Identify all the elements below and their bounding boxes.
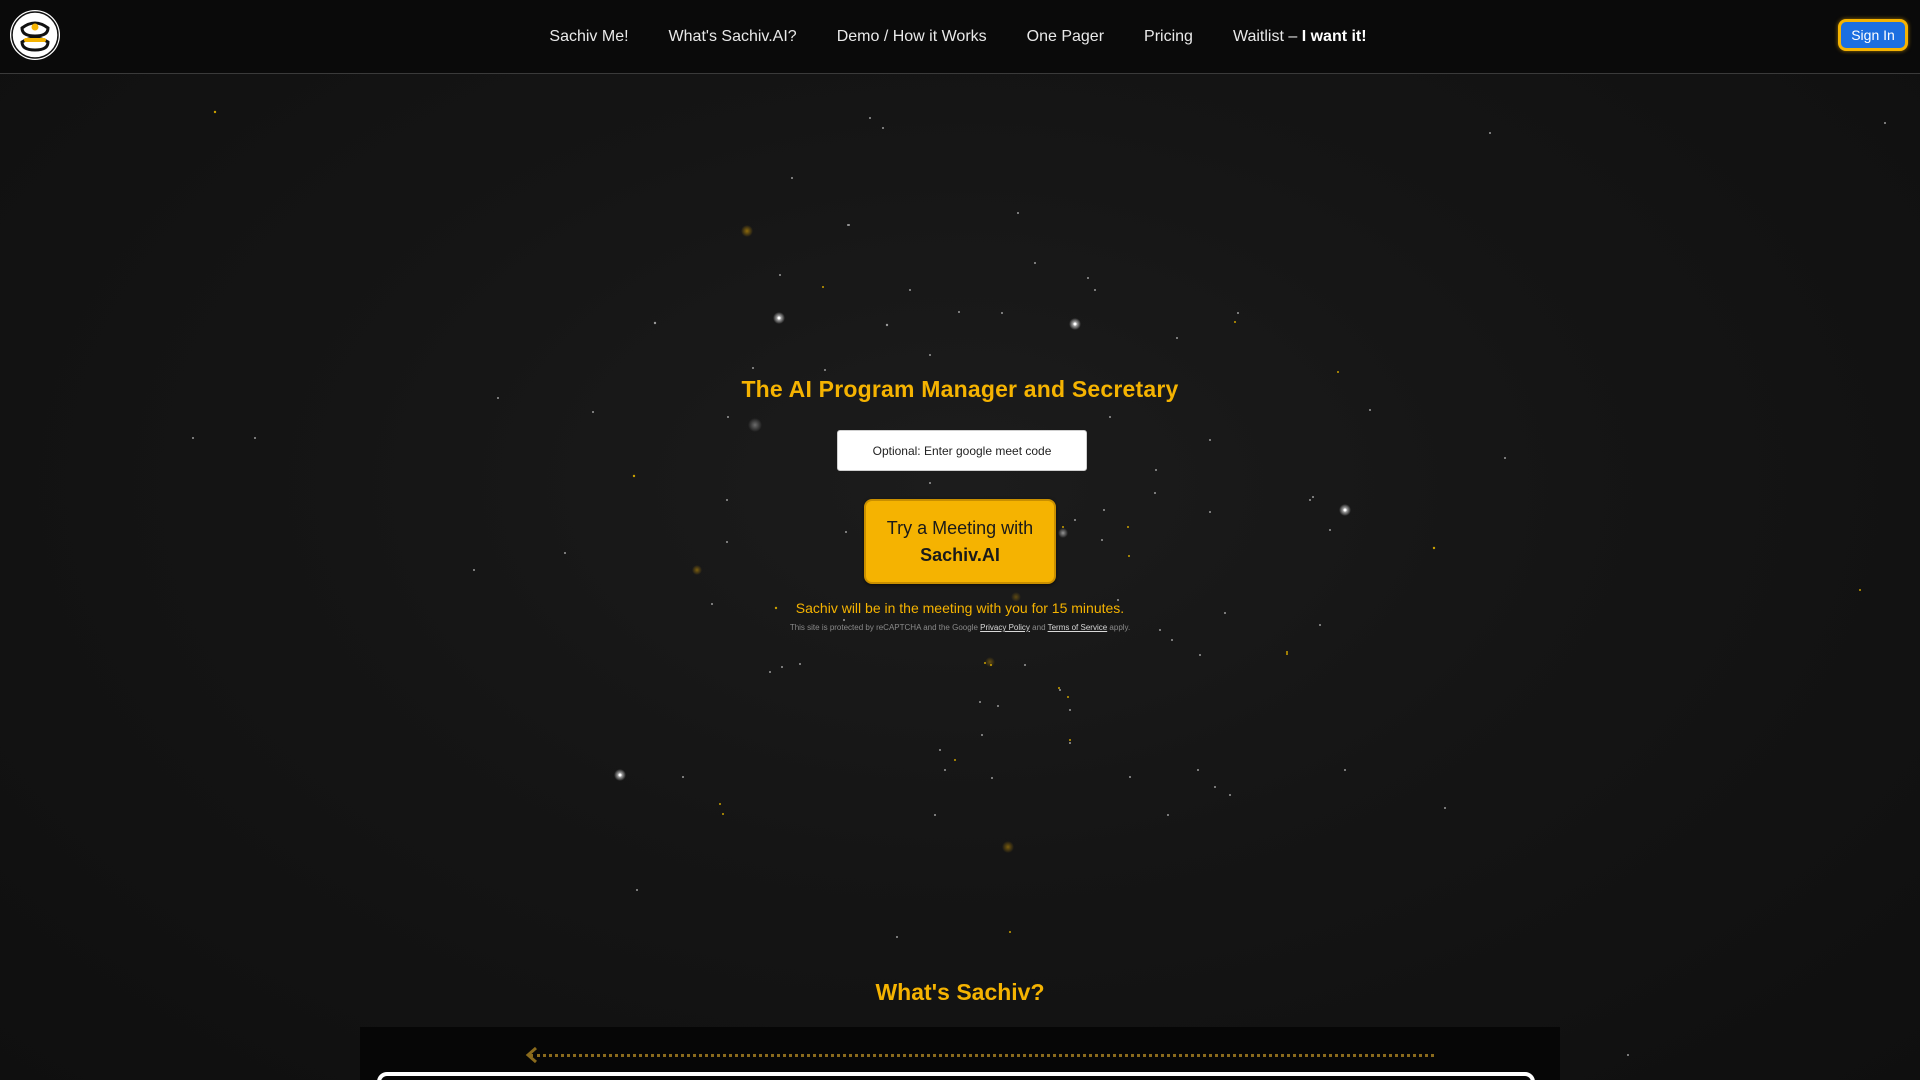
recaptcha-prefix: This site is protected by reCAPTCHA and …: [789, 623, 978, 632]
waitlist-cta: I want it!: [1301, 28, 1367, 45]
try-button-line1: Try a Meeting with: [886, 517, 1034, 538]
meeting-duration-note: Sachiv will be in the meeting with you f…: [795, 600, 1125, 616]
whats-sachiv-heading: What's Sachiv?: [875, 979, 1045, 1005]
page: Sachiv Me! What's Sachiv.AI? Demo / How …: [0, 0, 1920, 1080]
timeline-dotted-line: [530, 1054, 1434, 1057]
nav-link-demo[interactable]: Demo / How it Works: [817, 28, 1007, 46]
nav-link-sachiv-me[interactable]: Sachiv Me!: [529, 28, 648, 46]
terms-of-service-link[interactable]: Terms of Service: [1048, 623, 1108, 632]
content-frame: [377, 1072, 1535, 1080]
try-button-line2: Sachiv.AI: [920, 544, 1000, 565]
nav-menu: Sachiv Me! What's Sachiv.AI? Demo / How …: [529, 28, 1386, 46]
main-nav: Sachiv Me! What's Sachiv.AI? Demo / How …: [0, 0, 1920, 74]
meet-code-input[interactable]: [837, 430, 1087, 471]
hero-title: The AI Program Manager and Secretary: [741, 376, 1179, 402]
nav-link-waitlist[interactable]: Waitlist – I want it!: [1213, 28, 1387, 46]
nav-link-pricing[interactable]: Pricing: [1124, 28, 1213, 46]
recaptcha-and: and: [1032, 623, 1046, 632]
try-meeting-button[interactable]: Try a Meeting with Sachiv.AI: [864, 499, 1056, 584]
sachiv-logo-icon[interactable]: [10, 10, 60, 60]
sign-in-button[interactable]: Sign In: [1838, 19, 1908, 51]
top-navbar: Sachiv Me! What's Sachiv.AI? Demo / How …: [0, 0, 1920, 74]
waitlist-prefix: Waitlist –: [1232, 28, 1298, 45]
recaptcha-notice: This site is protected by reCAPTCHA and …: [0, 623, 1920, 632]
privacy-policy-link[interactable]: Privacy Policy: [980, 623, 1030, 632]
nav-link-one-pager[interactable]: One Pager: [1007, 28, 1124, 46]
recaptcha-suffix: apply.: [1109, 623, 1131, 632]
nav-link-whats-sachiv[interactable]: What's Sachiv.AI?: [649, 28, 817, 46]
